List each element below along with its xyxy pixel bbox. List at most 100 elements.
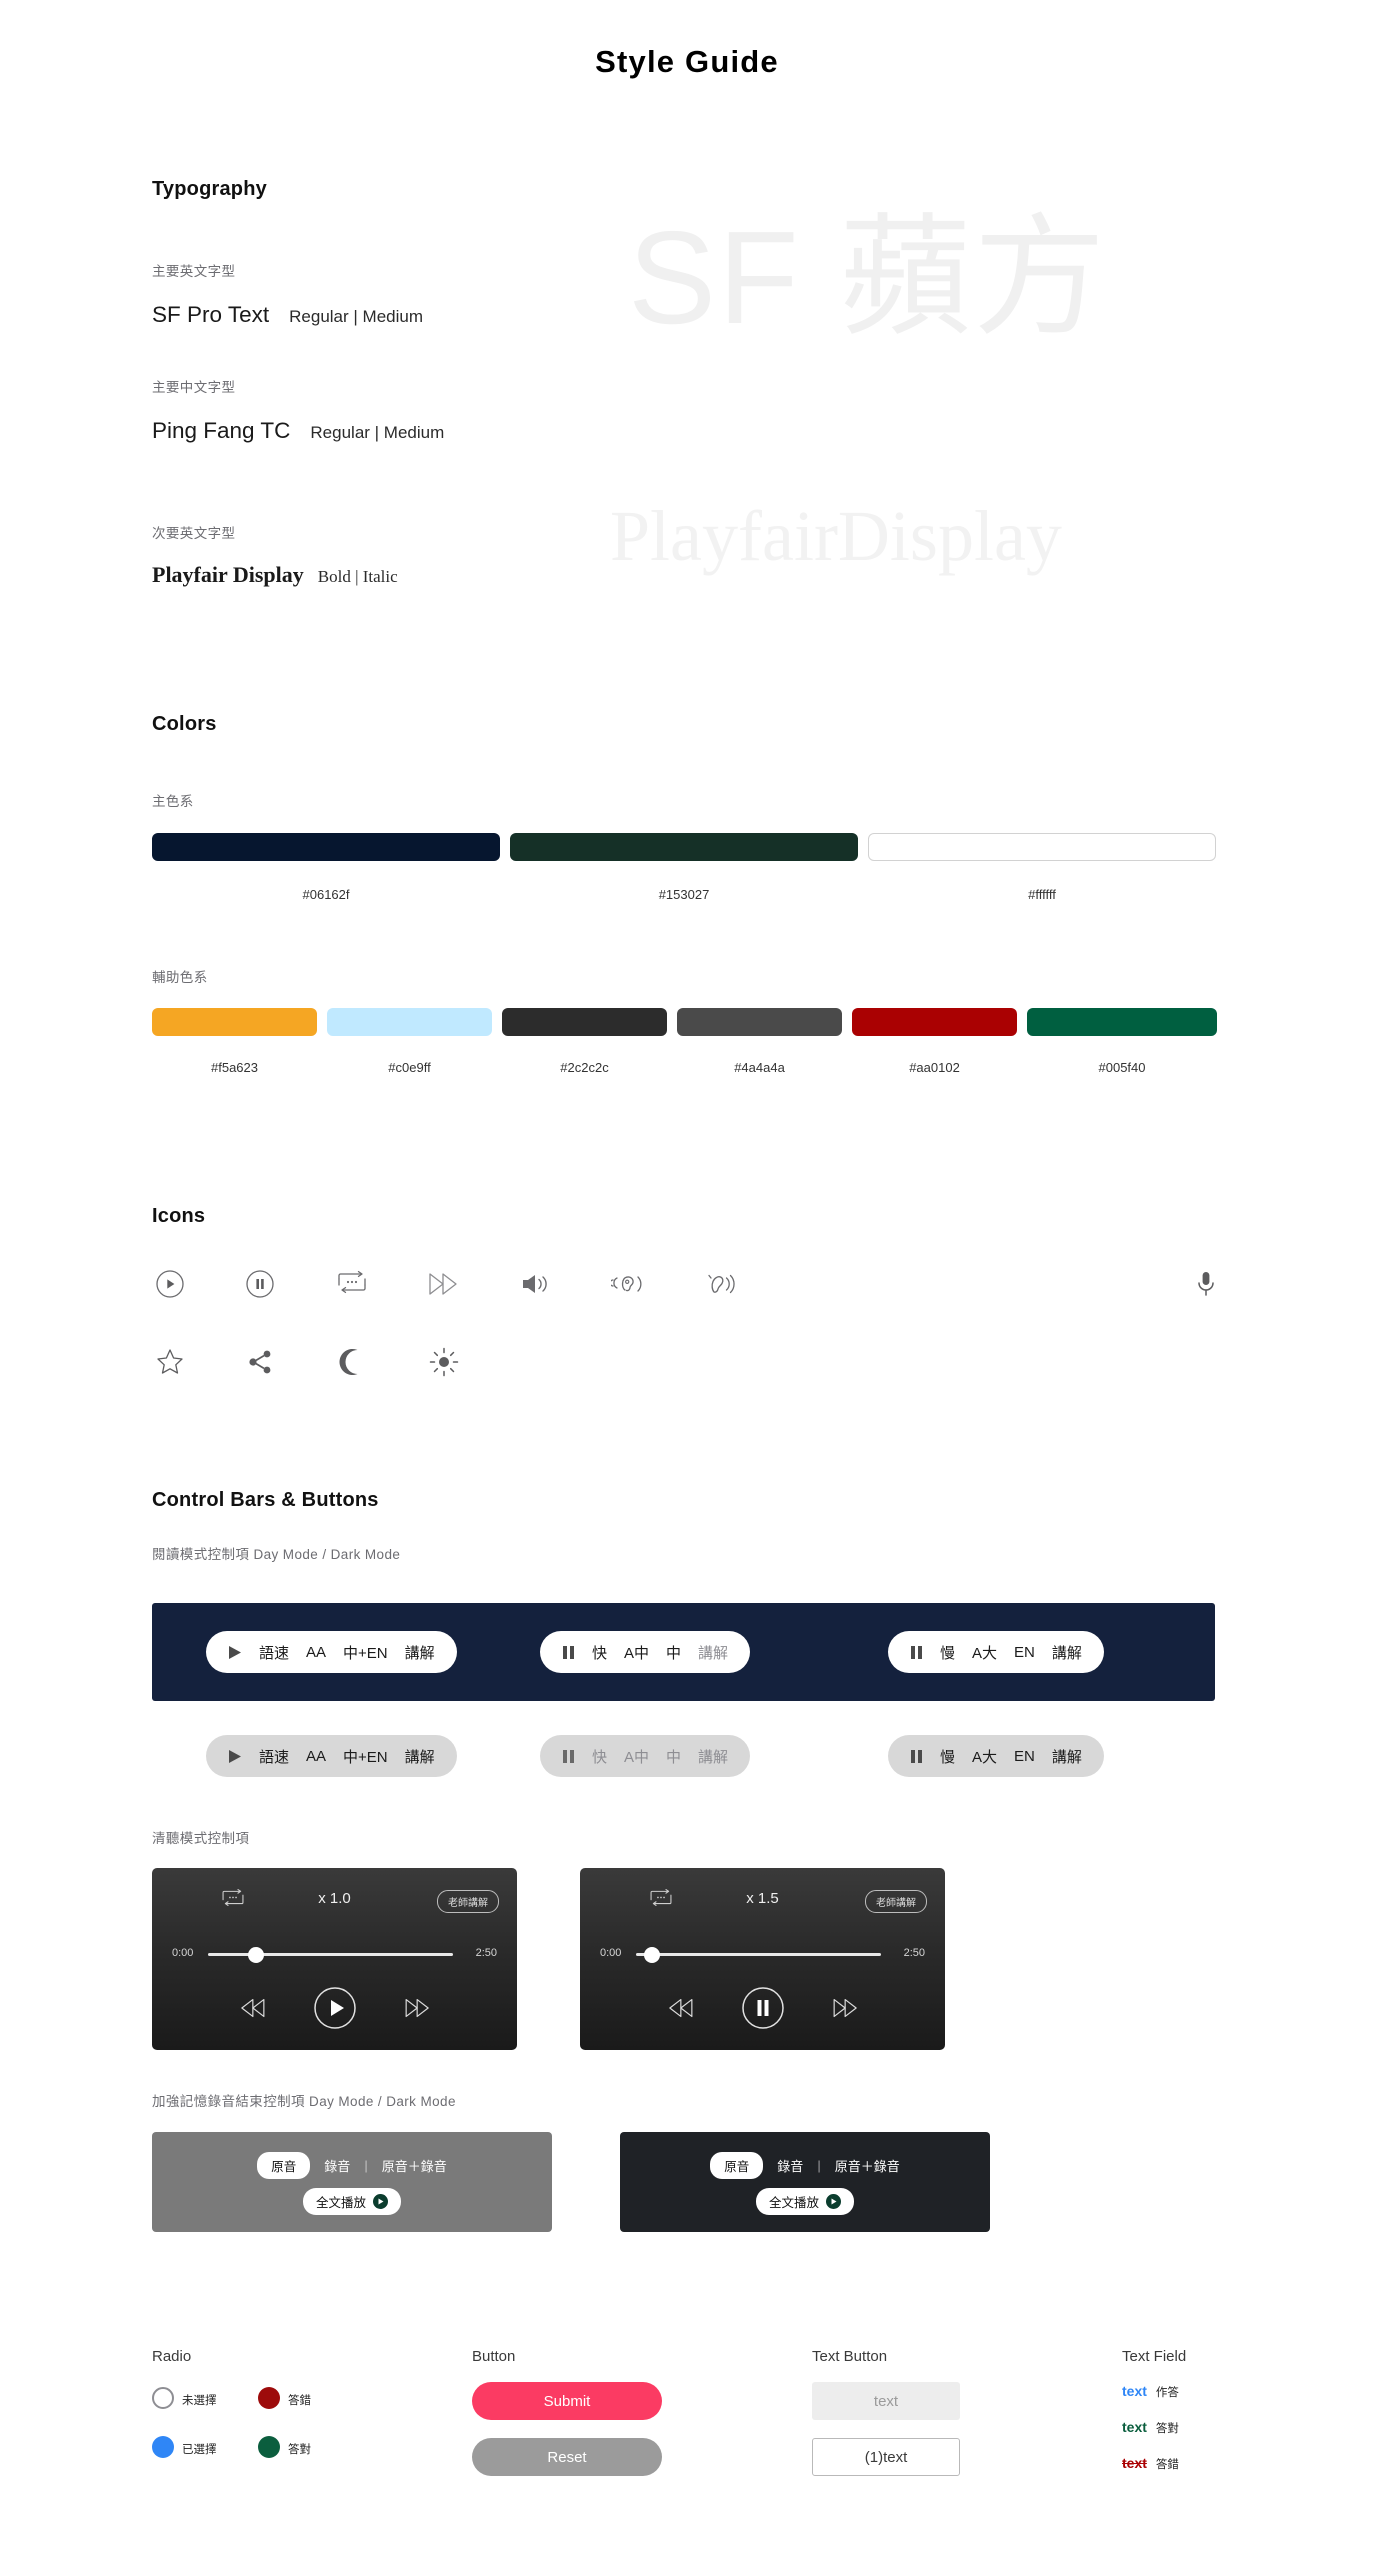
text-field-sample-wrong[interactable]: text xyxy=(1122,2455,1147,2471)
control-pill-light-1[interactable]: 快 A中 中 講解 xyxy=(540,1735,751,1777)
player-1-teacher-chip[interactable]: 老師講解 xyxy=(865,1890,927,1913)
control-pill-light-0[interactable]: 語速 AA 中+EN 講解 xyxy=(206,1735,457,1777)
player-1-progress-knob[interactable] xyxy=(644,1947,660,1963)
play-icon[interactable] xyxy=(228,1645,242,1660)
type-face-0: SF Pro Text xyxy=(152,302,270,327)
control-pill-2-lang[interactable]: EN xyxy=(1014,1644,1035,1661)
control-pill-light-2-lang[interactable]: EN xyxy=(1014,1748,1035,1765)
record-dark-option-recording[interactable]: 錄音 xyxy=(777,2156,803,2175)
pause-icon[interactable] xyxy=(562,1645,575,1660)
color-swatch-primary-2[interactable] xyxy=(868,833,1216,861)
radio-unselected[interactable] xyxy=(152,2387,174,2409)
player-0-teacher-chip[interactable]: 老師講解 xyxy=(437,1890,499,1913)
control-pill-0-lang[interactable]: 中+EN xyxy=(343,1642,388,1663)
control-pill-light-2-note[interactable]: 講解 xyxy=(1052,1746,1082,1767)
control-pill-2[interactable]: 慢 A大 EN 講解 xyxy=(888,1631,1104,1673)
play-icon[interactable] xyxy=(228,1749,242,1764)
control-pill-2-size[interactable]: A大 xyxy=(972,1642,997,1663)
submit-button[interactable]: Submit xyxy=(472,2382,662,2420)
player-1-progress-bar[interactable] xyxy=(636,1947,881,1963)
color-swatch-secondary-5[interactable] xyxy=(1027,1008,1217,1036)
player-0-progress-knob[interactable] xyxy=(248,1947,264,1963)
color-swatch-secondary-4[interactable] xyxy=(852,1008,1017,1036)
control-pill-1-lang[interactable]: 中 xyxy=(666,1642,681,1663)
sun-icon[interactable] xyxy=(422,1340,466,1384)
head-speak-icon[interactable] xyxy=(698,1262,742,1306)
control-pill-light-2[interactable]: 慢 A大 EN 講解 xyxy=(888,1735,1104,1777)
record-dark-playall[interactable]: 全文播放 xyxy=(620,2188,990,2215)
play-icon[interactable] xyxy=(373,2194,388,2209)
record-dark-option-both[interactable]: 原音＋錄音 xyxy=(835,2156,900,2175)
forms-heading-radio: Radio xyxy=(152,2348,192,2365)
control-pill-1[interactable]: 快 A中 中 講解 xyxy=(540,1631,751,1673)
player-1-start-time: 0:00 xyxy=(600,1947,622,1959)
reset-button[interactable]: Reset xyxy=(472,2438,662,2476)
text-button-outlined[interactable]: (1)text xyxy=(812,2438,960,2476)
control-pill-0-note[interactable]: 講解 xyxy=(405,1642,435,1663)
control-pill-light-0-note[interactable]: 講解 xyxy=(405,1746,435,1767)
type-weights-1: Regular | Medium xyxy=(310,423,445,442)
color-swatch-secondary-0[interactable] xyxy=(152,1008,317,1036)
player-1-progress[interactable]: 0:00 2:50 xyxy=(600,1946,925,1963)
control-pill-0[interactable]: 語速 AA 中+EN 講解 xyxy=(206,1631,457,1673)
fast-forward-icon[interactable] xyxy=(403,1997,433,2024)
color-swatch-primary-0[interactable] xyxy=(152,833,500,861)
radio-selected[interactable] xyxy=(152,2436,174,2458)
control-pill-light-1-note[interactable]: 講解 xyxy=(698,1746,728,1767)
pause-circle-icon[interactable] xyxy=(238,1262,282,1306)
control-pill-0-speed: 語速 xyxy=(259,1644,290,1662)
share-icon[interactable] xyxy=(238,1340,282,1384)
text-field-sample-correct[interactable]: text xyxy=(1122,2419,1147,2435)
control-pill-light-1-lang[interactable]: 中 xyxy=(666,1746,681,1767)
record-day-option-recording[interactable]: 錄音 xyxy=(324,2156,350,2175)
play-circle-icon[interactable] xyxy=(313,1986,357,2035)
record-day-option-original[interactable]: 原音 xyxy=(257,2152,311,2179)
pause-icon[interactable] xyxy=(562,1749,575,1764)
text-field-note-correct: 答對 xyxy=(1155,2423,1179,2435)
segment-divider: | xyxy=(364,2158,368,2173)
audio-player-card-1: x 1.5 老師講解 0:00 2:50 xyxy=(580,1868,945,2050)
microphone-icon[interactable] xyxy=(1184,1262,1228,1306)
fast-forward-icon[interactable] xyxy=(831,1997,861,2024)
repeat-icon[interactable] xyxy=(330,1262,374,1306)
record-day-playall[interactable]: 全文播放 xyxy=(152,2188,552,2215)
radio-correct[interactable] xyxy=(258,2436,280,2458)
control-pill-0-size[interactable]: AA xyxy=(306,1644,326,1661)
type-weights-2: Bold | Italic xyxy=(317,567,398,586)
player-0-progress[interactable]: 0:00 2:50 xyxy=(172,1946,497,1963)
color-swatch-secondary-3[interactable] xyxy=(677,1008,842,1036)
control-pill-light-0-lang[interactable]: 中+EN xyxy=(343,1746,388,1767)
color-swatch-primary-1[interactable] xyxy=(510,833,858,861)
control-pill-light-1-size[interactable]: A中 xyxy=(624,1746,649,1767)
text-button-filled[interactable]: text xyxy=(812,2382,960,2420)
moon-icon[interactable] xyxy=(330,1340,374,1384)
ear-listen-icon[interactable] xyxy=(606,1262,650,1306)
record-day-option-both[interactable]: 原音＋錄音 xyxy=(382,2156,447,2175)
color-swatch-secondary-1[interactable] xyxy=(327,1008,492,1036)
fast-forward-icon[interactable] xyxy=(422,1262,466,1306)
player-0-progress-bar[interactable] xyxy=(208,1947,453,1963)
color-swatch-secondary-2[interactable] xyxy=(502,1008,667,1036)
text-field-sample-answering[interactable]: text xyxy=(1122,2383,1147,2399)
colors-secondary-label: 輔助色系 xyxy=(152,970,208,985)
radio-wrong[interactable] xyxy=(258,2387,280,2409)
control-pill-light-2-size[interactable]: A大 xyxy=(972,1746,997,1767)
rewind-icon[interactable] xyxy=(237,1997,267,2024)
star-icon[interactable] xyxy=(148,1340,192,1384)
pause-icon[interactable] xyxy=(910,1645,923,1660)
control-pill-light-0-size[interactable]: AA xyxy=(306,1748,326,1765)
pause-icon[interactable] xyxy=(910,1749,923,1764)
rewind-icon[interactable] xyxy=(665,1997,695,2024)
control-pill-2-note[interactable]: 講解 xyxy=(1052,1642,1082,1663)
play-circle-icon[interactable] xyxy=(148,1262,192,1306)
pause-circle-icon[interactable] xyxy=(741,1986,785,2035)
speaker-icon[interactable] xyxy=(514,1262,558,1306)
control-pill-1-note[interactable]: 講解 xyxy=(698,1642,728,1663)
record-dark-option-original[interactable]: 原音 xyxy=(710,2152,764,2179)
text-field-row-answering: text 作答 xyxy=(1122,2383,1179,2400)
control-pill-light-2-speed: 慢 xyxy=(940,1748,956,1766)
play-icon[interactable] xyxy=(826,2194,841,2209)
section-heading-icons: Icons xyxy=(152,1205,206,1227)
control-pill-1-size[interactable]: A中 xyxy=(624,1642,649,1663)
player-0-top-row: x 1.0 老師講解 xyxy=(152,1888,517,1916)
